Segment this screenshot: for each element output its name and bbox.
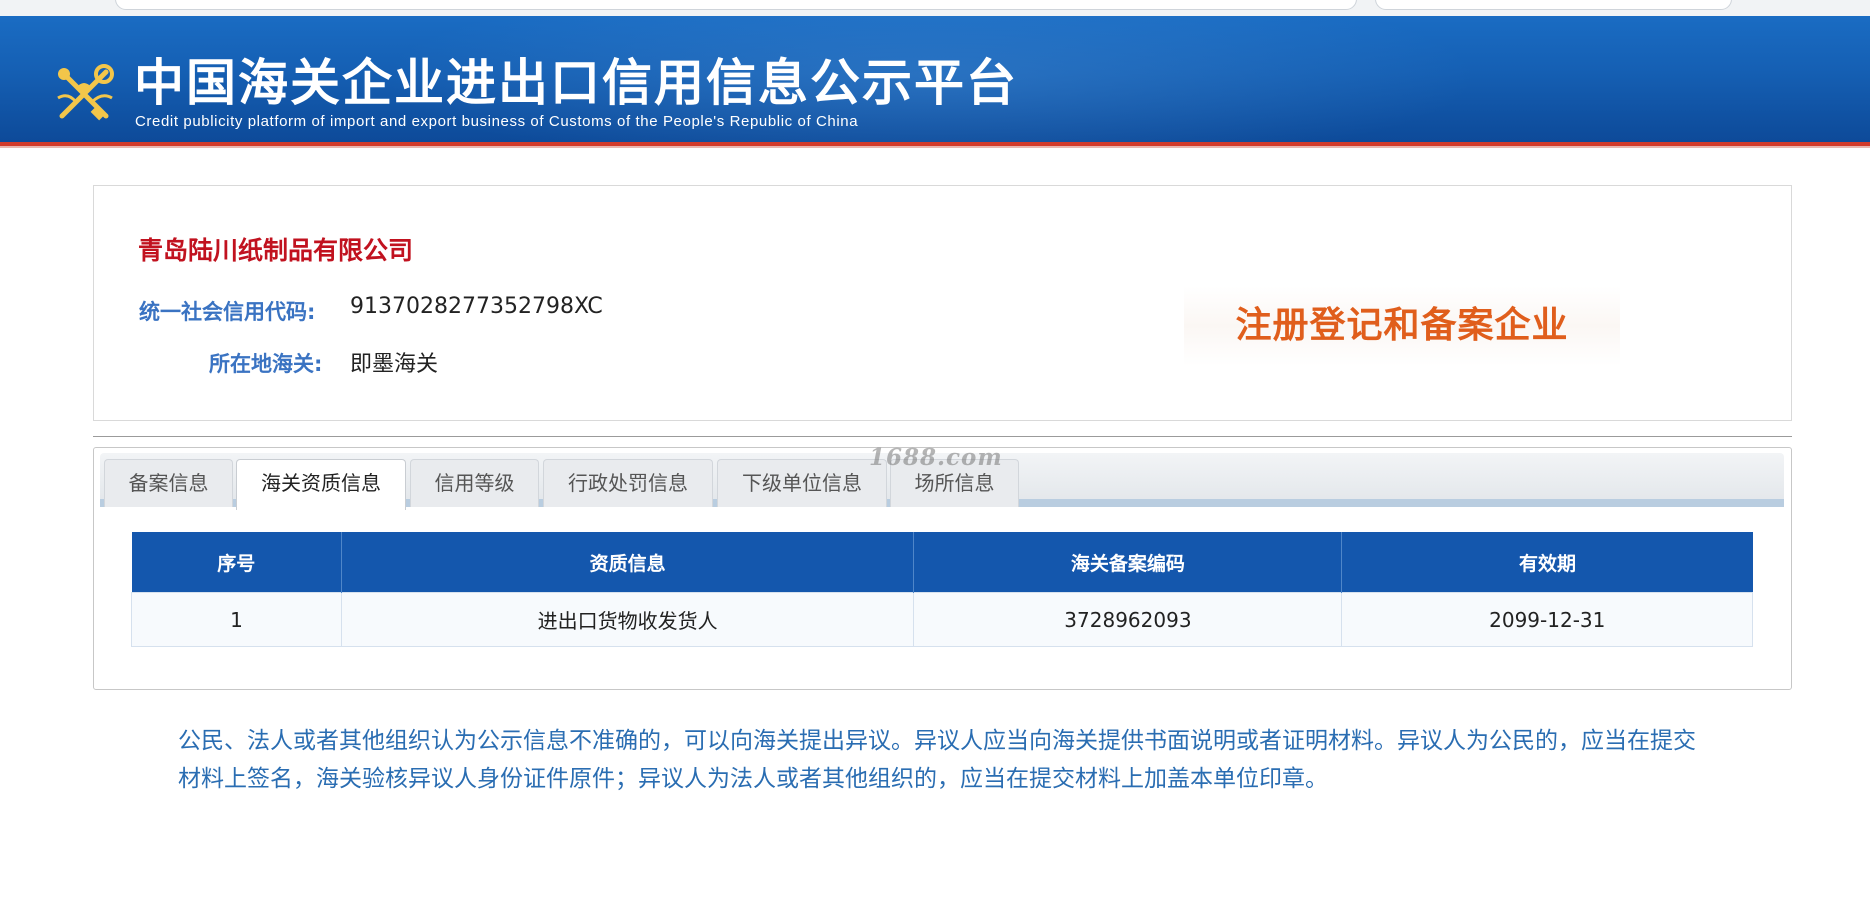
watermark: 1688.com [869, 444, 1003, 471]
table-row: 1 进出口货物收发货人 3728962093 2099-12-31 [131, 592, 1753, 647]
tab-filing-info[interactable]: 备案信息 [104, 459, 233, 507]
tab-credit-rating[interactable]: 信用等级 [410, 459, 539, 507]
registration-status-text: 注册登记和备案企业 [1235, 305, 1569, 346]
cell-index: 1 [131, 592, 342, 647]
tab-admin-penalty[interactable]: 行政处罚信息 [543, 459, 713, 507]
column-header-qualification: 资质信息 [341, 532, 915, 593]
tab-customs-qualification[interactable]: 海关资质信息 [236, 459, 406, 510]
address-bar[interactable] [115, 0, 1357, 10]
customs-row: 所在地海关: 即墨海关 [94, 348, 438, 382]
info-tab-panel: 备案信息 海关资质信息 信用等级 行政处罚信息 下级单位信息 场所信息 1688… [93, 444, 1792, 690]
qualification-table: 序号 资质信息 海关备案编码 有效期 1 进出口货物收发货人 372896209… [131, 532, 1753, 647]
company-info-card: 青岛陆川纸制品有限公司 统一社会信用代码: 9137028277352798XC… [93, 185, 1792, 421]
cell-qualification: 进出口货物收发货人 [340, 592, 915, 647]
credit-code-row: 统一社会信用代码: 9137028277352798XC [94, 294, 603, 330]
site-title: 中国海关企业进出口信用信息公示平台 [134, 54, 1018, 112]
browser-chrome-strip [0, 0, 1870, 16]
customs-label: 所在地海关: [209, 352, 323, 376]
registration-status-stamp: 注册登记和备案企业 [1184, 286, 1620, 366]
objection-notice: 公民、法人或者其他组织认为公示信息不准确的，可以向海关提出异议。异议人应当向海关… [178, 728, 1696, 792]
company-name: 青岛陆川纸制品有限公司 [138, 236, 414, 265]
column-header-validity: 有效期 [1341, 532, 1753, 593]
site-header: 中国海关企业进出口信用信息公示平台 Credit publicity platf… [0, 16, 1870, 142]
cell-validity: 2099-12-31 [1341, 592, 1753, 647]
credit-code-value: 9137028277352798XC [350, 294, 603, 319]
customs-value: 即墨海关 [350, 352, 439, 377]
table-header-row: 序号 资质信息 海关备案编码 有效期 [131, 532, 1753, 593]
customs-emblem-icon [57, 64, 114, 121]
column-header-customs-code: 海关备案编码 [913, 532, 1343, 593]
cell-customs-code: 3728962093 [913, 592, 1343, 647]
section-divider [93, 436, 1792, 437]
tab-subordinate-units[interactable]: 下级单位信息 [717, 459, 887, 507]
browser-search-bar[interactable] [1375, 0, 1732, 10]
site-subtitle: Credit publicity platform of import and … [135, 113, 859, 130]
column-header-index: 序号 [131, 532, 342, 593]
credit-code-label: 统一社会信用代码: [139, 300, 316, 324]
